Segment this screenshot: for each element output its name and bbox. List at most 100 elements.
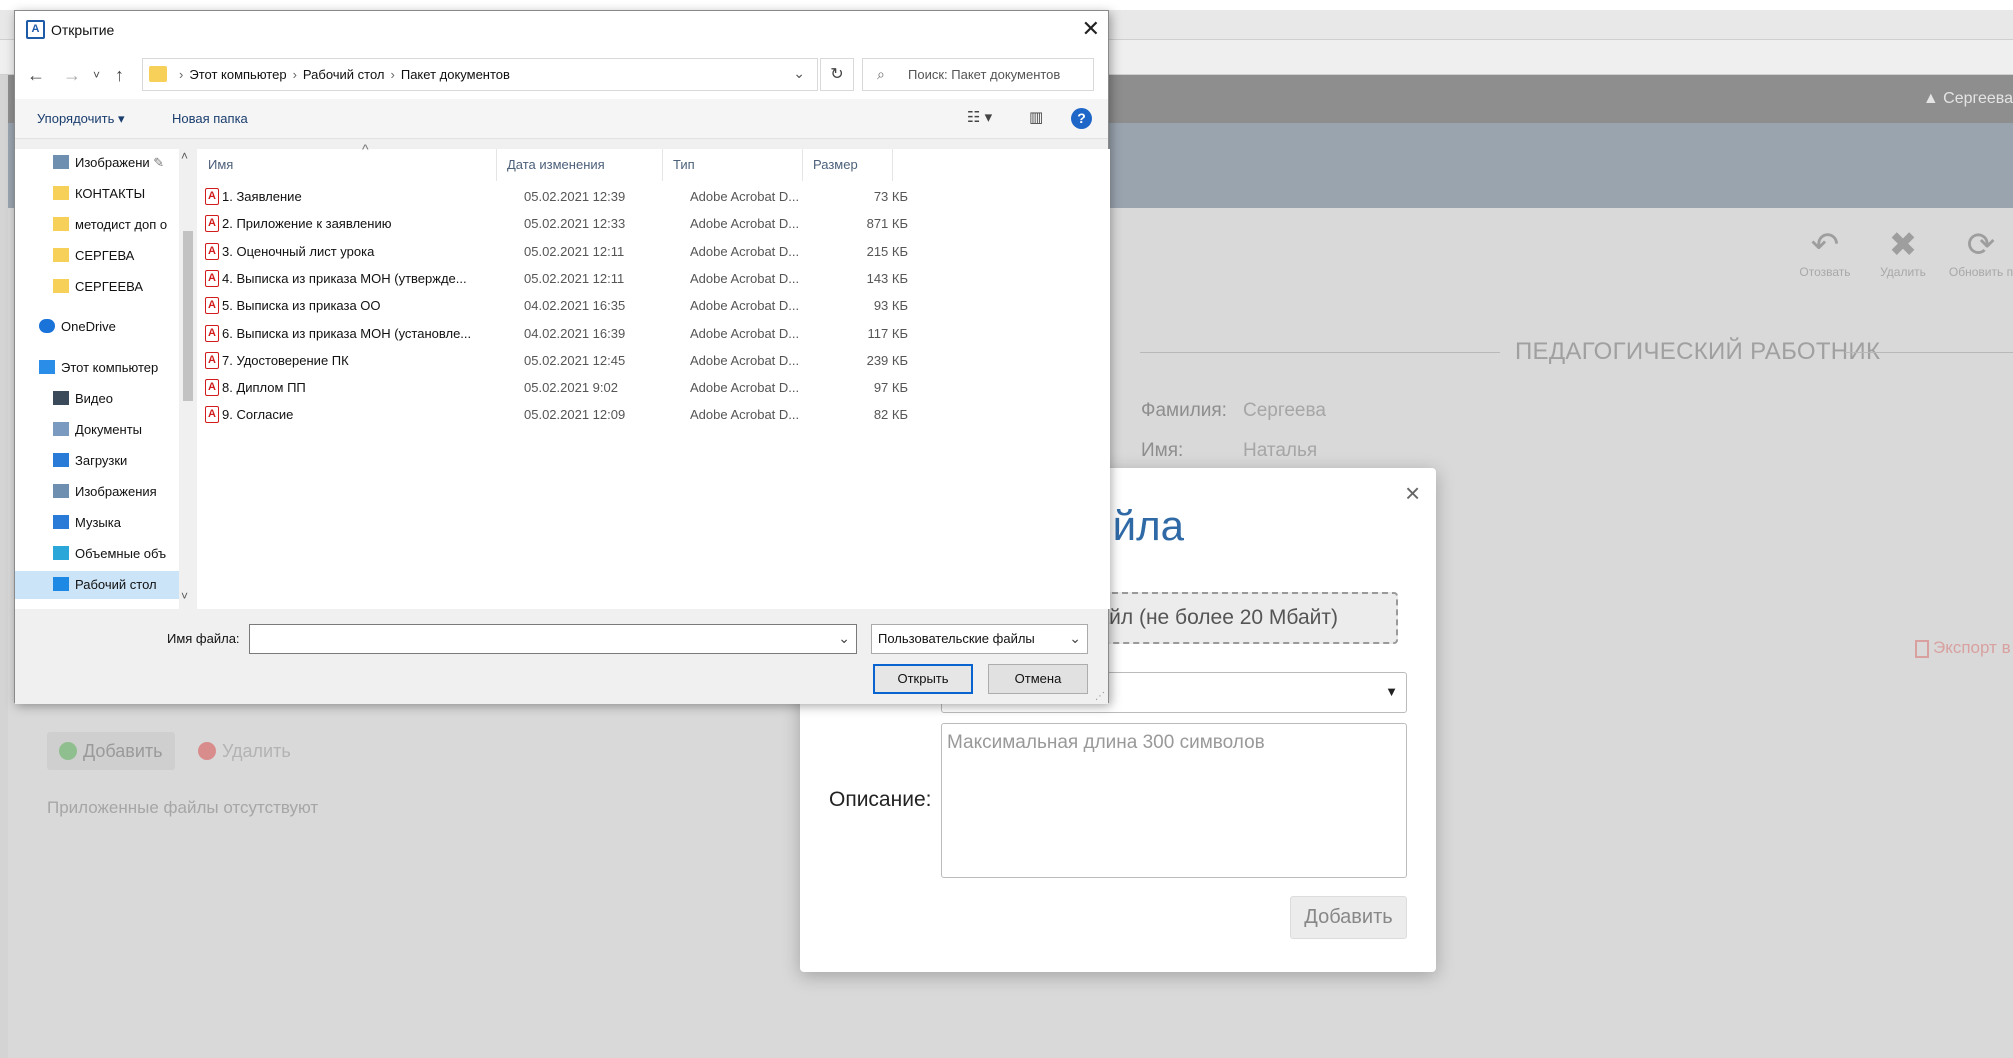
forward-arrow-icon[interactable]: → xyxy=(63,65,81,86)
tree-item[interactable]: Изображени ✎ xyxy=(53,149,164,177)
user-menu[interactable]: ▲ Сергеева xyxy=(1923,90,2013,108)
breadcrumb-item[interactable]: Пакет документов xyxy=(401,67,510,82)
tree-item[interactable]: Музыка xyxy=(53,509,121,537)
pdf-icon xyxy=(1915,639,1929,658)
modal-add-button[interactable]: Добавить xyxy=(1290,896,1407,939)
up-arrow-icon[interactable]: ↑ xyxy=(115,65,124,86)
column-header-type[interactable]: Тип xyxy=(663,149,803,181)
column-header-name[interactable]: Имя xyxy=(198,149,497,181)
new-folder-button[interactable]: Новая папка xyxy=(172,111,248,126)
tree-item[interactable]: Видео xyxy=(53,385,113,413)
view-options-icon[interactable]: ☷ ▾ xyxy=(967,108,992,126)
toolbar-button[interactable]: ↶ Отозвать xyxy=(1788,225,1862,279)
filetype-select[interactable]: Пользовательские файлы ⌄ xyxy=(871,624,1088,654)
preview-pane-icon[interactable]: ▥ xyxy=(1029,108,1043,126)
toolbar-button[interactable]: ✖ Удалить xyxy=(1866,225,1940,279)
dialog-footer: Имя файла: ⌄ Пользовательские файлы ⌄ От… xyxy=(15,609,1108,704)
tree-item-label: Этот компьютер xyxy=(61,360,159,375)
tree-item-label: Изображени xyxy=(75,155,150,170)
file-date: 05.02.2021 12:33 xyxy=(524,216,626,232)
file-name: 6. Выписка из приказа МОН (установле... xyxy=(222,325,472,341)
filename-label: Имя файла: xyxy=(167,631,240,646)
pin-icon: ✎ xyxy=(149,155,165,170)
open-button[interactable]: Открыть xyxy=(873,664,973,694)
file-date: 05.02.2021 9:02 xyxy=(524,380,618,396)
tree-item[interactable]: Объемные объ xyxy=(53,540,166,568)
scrollbar-thumb[interactable] xyxy=(183,231,193,401)
file-row[interactable]: A 1. Заявление 05.02.2021 12:39 Adobe Acrob… xyxy=(198,183,908,210)
breadcrumb-item[interactable]: Рабочий стол xyxy=(303,67,385,82)
section-title: ПЕДАГОГИЧЕСКИЙ РАБОТНИК xyxy=(1515,338,1881,365)
navigation-scrollbar[interactable]: ˄ ˅ xyxy=(179,149,197,609)
tree-item[interactable]: КОНТАКТЫ xyxy=(53,180,145,208)
column-header-size[interactable]: Размер xyxy=(803,149,893,181)
tree-item[interactable]: Загрузки xyxy=(53,447,127,475)
chevron-down-icon[interactable]: ⌄ xyxy=(793,65,805,82)
organize-button[interactable]: Упорядочить ▾ xyxy=(37,111,125,127)
open-file-dialog: A Открытие ✕ ← → ˅ ↑ › Этот компьютер › Раб… xyxy=(14,10,1110,704)
search-input[interactable]: ⌕ Поиск: Пакет документов xyxy=(862,58,1094,91)
add-attachment-button[interactable]: Добавить xyxy=(47,732,175,770)
folder-icon xyxy=(53,217,69,231)
back-arrow-icon[interactable]: ← xyxy=(27,65,45,86)
toolbar-button[interactable]: ⟳ Обновить п xyxy=(1944,225,2013,279)
tree-item[interactable]: OneDrive xyxy=(39,313,116,341)
search-icon: ⌕ xyxy=(877,66,885,82)
tree-item[interactable]: Документы xyxy=(53,416,142,444)
delete-attachment-button[interactable]: Удалить xyxy=(186,732,303,770)
cancel-button[interactable]: Отмена xyxy=(988,664,1088,694)
recent-chevron-icon[interactable]: ˅ xyxy=(93,68,100,82)
pictures-icon xyxy=(53,484,69,498)
export-link[interactable]: Экспорт в xyxy=(1915,638,2011,658)
tree-item[interactable]: Изображения xyxy=(53,478,157,506)
modal-close-icon[interactable]: × xyxy=(1405,478,1420,509)
pdf-file-icon: A xyxy=(205,188,219,205)
toolbar-button-label: Обновить п xyxy=(1948,265,2013,279)
column-header-date[interactable]: Дата изменения xyxy=(497,149,663,181)
user-icon: ▲ xyxy=(1922,90,1939,107)
tree-item-label: Рабочий стол xyxy=(75,577,157,592)
file-name: 3. Оценочный лист урока xyxy=(222,243,375,259)
computer-icon xyxy=(39,360,55,374)
dropzone-text: файл (не более 20 Мбайт) xyxy=(1080,606,1338,629)
dialog-close-icon[interactable]: ✕ xyxy=(1082,16,1100,42)
plus-icon xyxy=(59,742,77,760)
scroll-down-icon[interactable]: ˅ xyxy=(181,589,188,603)
delete-attachment-label: Удалить xyxy=(222,741,291,761)
file-row[interactable]: A 3. Оценочный лист урока 05.02.2021 12:11… xyxy=(198,238,908,265)
file-name: 7. Удостоверение ПК xyxy=(222,352,349,368)
file-size: 82 КБ xyxy=(873,407,908,423)
file-row[interactable]: A 9. Согласие 05.02.2021 12:09 Adobe Acroba… xyxy=(198,401,908,428)
file-row[interactable]: A 8. Диплом ПП 05.02.2021 9:02 Adobe Acroba… xyxy=(198,374,908,401)
filename-input[interactable]: ⌄ xyxy=(249,624,857,654)
refresh-icon[interactable]: ↻ xyxy=(820,58,854,91)
file-row[interactable]: A 6. Выписка из приказа МОН (установле...… xyxy=(198,320,908,347)
file-row[interactable]: A 4. Выписка из приказа МОН (утвержде... 0… xyxy=(198,265,908,292)
tree-item[interactable]: методист доп о xyxy=(53,211,167,239)
file-date: 05.02.2021 12:45 xyxy=(524,352,626,368)
chevron-down-icon[interactable]: ⌄ xyxy=(838,630,850,647)
tree-item[interactable]: Этот компьютер xyxy=(39,354,158,382)
file-row[interactable]: A 7. Удостоверение ПК 05.02.2021 12:45 Adob… xyxy=(198,347,908,374)
section-divider-left xyxy=(1140,352,1500,353)
tree-item[interactable]: Рабочий стол xyxy=(15,571,179,599)
app-icon: A xyxy=(26,20,45,39)
3d-objects-icon xyxy=(53,546,69,560)
tree-item[interactable]: СЕРГЕВА xyxy=(53,242,134,270)
file-row[interactable]: A 2. Приложение к заявлению 05.02.2021 12:… xyxy=(198,210,908,237)
music-icon xyxy=(53,515,69,529)
description-textarea[interactable] xyxy=(941,723,1407,878)
tree-item[interactable]: СЕРГЕЕВА xyxy=(53,273,143,301)
folder-icon xyxy=(53,248,69,262)
help-icon[interactable]: ? xyxy=(1071,108,1092,129)
tree-item-label: КОНТАКТЫ xyxy=(75,186,146,201)
tree-item-label: Изображения xyxy=(75,484,157,499)
toolbar-button-label: Отозвать xyxy=(1799,265,1851,279)
breadcrumb-item[interactable]: Этот компьютер xyxy=(189,67,286,82)
scroll-up-icon[interactable]: ˄ xyxy=(181,149,188,163)
breadcrumb[interactable]: › Этот компьютер › Рабочий стол › Пакет докум… xyxy=(142,58,818,91)
file-date: 05.02.2021 12:11 xyxy=(524,270,625,286)
close-icon: ✖ xyxy=(1888,226,1918,264)
resize-grip-icon[interactable]: ⋰ xyxy=(1095,691,1105,702)
file-row[interactable]: A 5. Выписка из приказа ОО 04.02.2021 16:3… xyxy=(198,292,908,319)
